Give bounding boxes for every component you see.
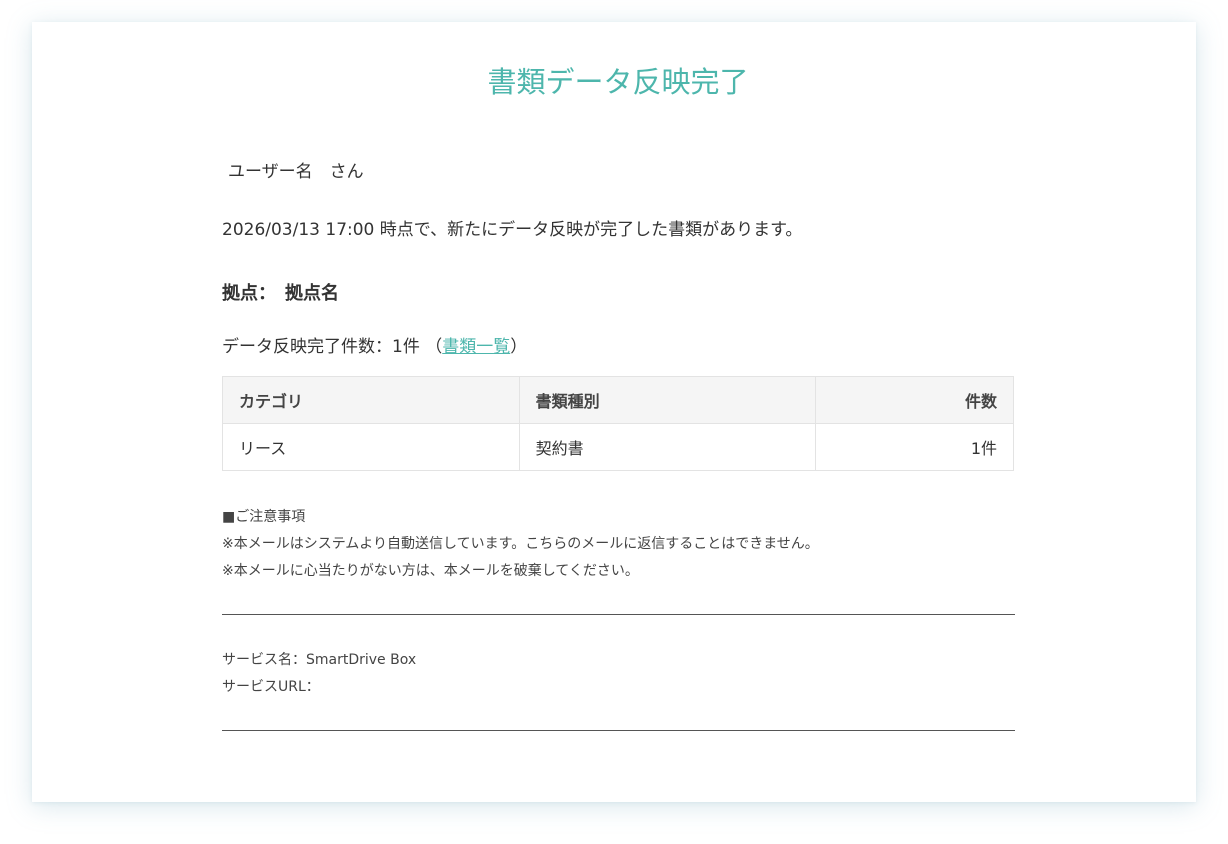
header-category: カテゴリ xyxy=(222,376,520,424)
caution-line-1: ※本メールはシステムより自動送信しています。こちらのメールに返信することはできま… xyxy=(222,536,819,552)
table-header-row: カテゴリ 書類種別 件数 xyxy=(222,376,1014,424)
service-section: サービス名：SmartDrive Box サービスURL： xyxy=(222,647,416,701)
header-document-type: 書類種別 xyxy=(518,376,817,424)
email-card: 書類データ反映完了 ユーザー名 さん 2026/03/13 17:00 時点で、… xyxy=(32,22,1196,802)
table-row: リース 契約書 1件 xyxy=(222,423,1014,471)
count-close: ） xyxy=(510,337,528,357)
cell-category: リース xyxy=(222,423,520,471)
document-list-link[interactable]: 書類一覧 xyxy=(442,337,510,357)
divider-bottom xyxy=(222,730,1015,731)
site-line: 拠点： 拠点名 xyxy=(222,283,339,304)
header-count: 件数 xyxy=(815,376,1014,424)
caution-section: ■ご注意事項 ※本メールはシステムより自動送信しています。こちらのメールに返信す… xyxy=(222,504,819,585)
notice-text: 2026/03/13 17:00 時点で、新たにデータ反映が完了した書類がありま… xyxy=(222,220,803,240)
greeting: ユーザー名 さん xyxy=(228,162,364,182)
divider-top xyxy=(222,614,1015,615)
count-text: データ反映完了件数：1件 （ xyxy=(222,337,443,357)
summary-table: カテゴリ 書類種別 件数 リース 契約書 1件 xyxy=(222,376,1014,471)
cell-count: 1件 xyxy=(815,423,1014,471)
service-url: サービスURL： xyxy=(222,679,320,695)
count-line: データ反映完了件数：1件 （書類一覧） xyxy=(222,335,527,359)
cell-document-type: 契約書 xyxy=(518,423,817,471)
email-title: 書類データ反映完了 xyxy=(487,65,749,99)
caution-heading: ■ご注意事項 xyxy=(222,509,306,525)
caution-line-2: ※本メールに心当たりがない方は、本メールを破棄してください。 xyxy=(222,563,639,579)
service-name: サービス名：SmartDrive Box xyxy=(222,652,417,668)
